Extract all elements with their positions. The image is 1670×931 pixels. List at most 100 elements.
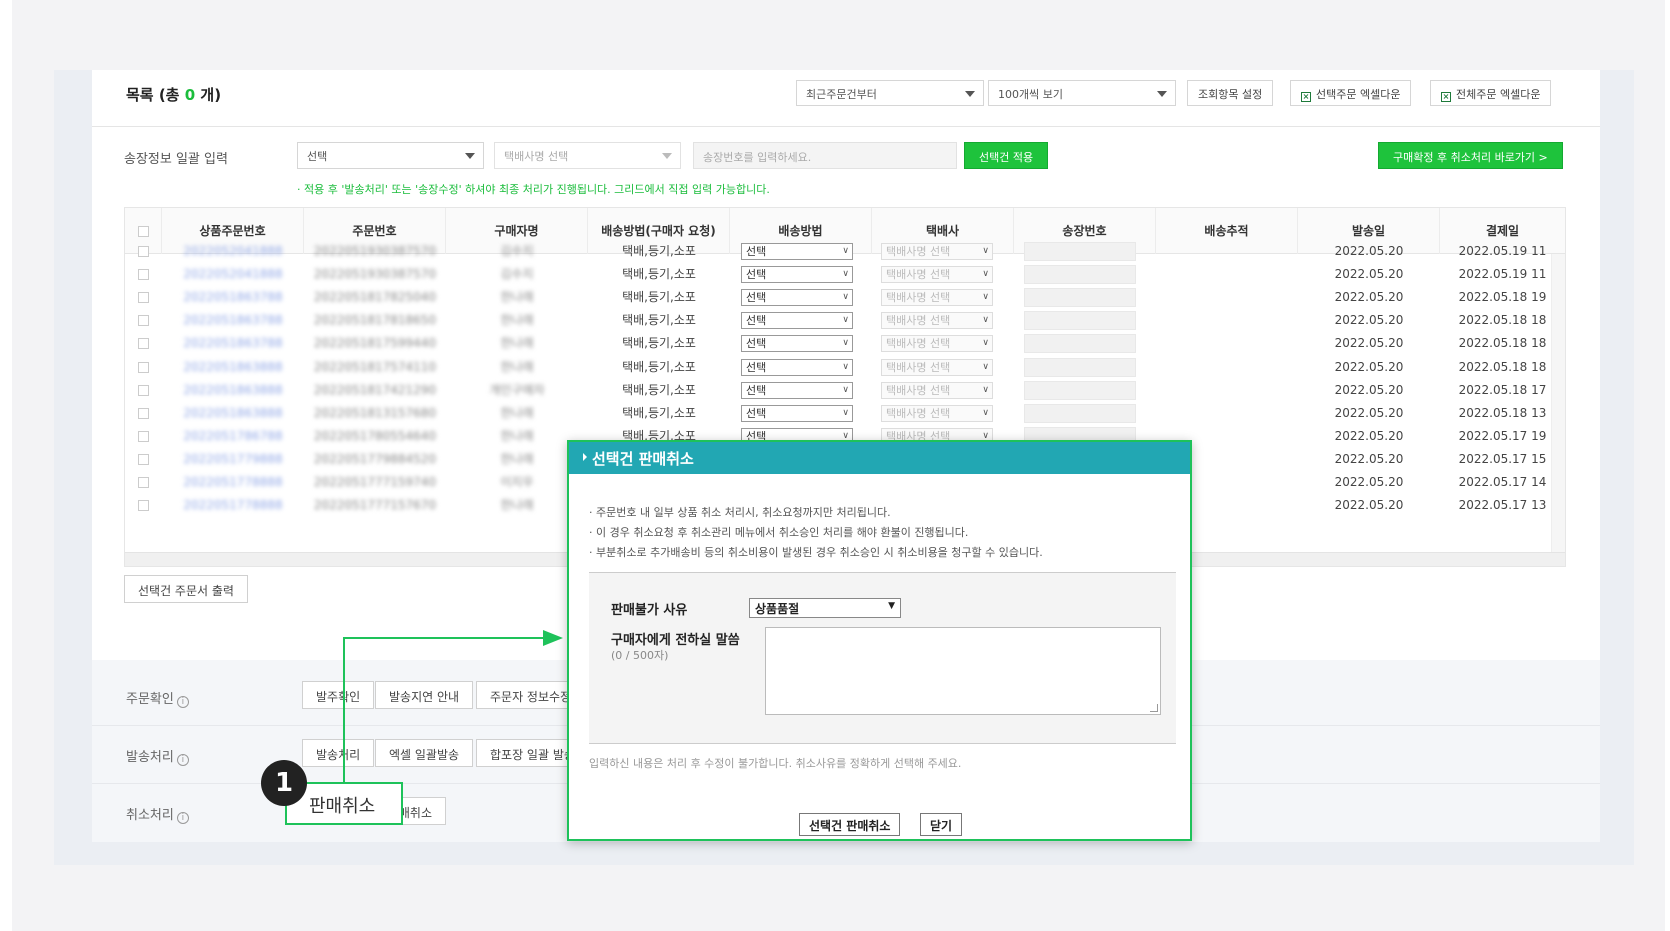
row-checkbox[interactable]: [138, 338, 149, 350]
tracking-number-input[interactable]: 송장번호를 입력하세요.: [693, 142, 957, 169]
grid-cell[interactable]: 2022051863788: [162, 308, 304, 332]
row-delivery-method-select[interactable]: 선택∨: [741, 289, 853, 307]
print-orders-button[interactable]: 선택건 주문서 출력: [124, 575, 248, 603]
row-delivery-method-select[interactable]: 선택∨: [741, 358, 853, 376]
close-dialog-button[interactable]: 닫기: [920, 813, 963, 836]
grid-cell[interactable]: 2022051863888: [162, 355, 304, 379]
excel-selected-button[interactable]: × 선택주문 엑셀다운: [1290, 80, 1412, 106]
row-checkbox[interactable]: [138, 384, 149, 396]
row-select-cell: [125, 401, 162, 425]
grid-cell[interactable]: 2022052041888: [162, 239, 304, 263]
row-delivery-method-select[interactable]: 선택∨: [741, 335, 853, 353]
courier-cell: 택배사명 선택∨: [872, 331, 1014, 355]
table-row[interactable]: 2022051863888 2022051817574110 한나래 택배,등기,소포…: [125, 355, 1565, 379]
row-tracking-input[interactable]: [1024, 288, 1136, 308]
confirm-sale-cancel-button[interactable]: 선택건 판매취소: [799, 813, 901, 836]
row-courier-select[interactable]: 택배사명 선택∨: [881, 289, 993, 307]
grid-cell[interactable]: 2022051863888: [162, 401, 304, 425]
excel-bulk-ship-button[interactable]: 엑셀 일괄발송: [375, 739, 474, 767]
reason-select[interactable]: 상품품절 ▼: [749, 598, 901, 618]
grid-cell[interactable]: 2022051863788: [162, 285, 304, 309]
info-icon[interactable]: i: [176, 812, 189, 824]
row-checkbox[interactable]: [138, 269, 149, 281]
courier-cell: 택배사명 선택∨: [872, 262, 1014, 286]
chevron-down-icon: ∨: [842, 269, 849, 280]
buyer-message-textarea[interactable]: [765, 627, 1161, 715]
table-row[interactable]: 2022051863888 2022051817421290 개인구매자 택배,등기,…: [125, 378, 1565, 402]
row-checkbox[interactable]: [138, 453, 149, 465]
row-courier-select[interactable]: 택배사명 선택∨: [881, 266, 993, 284]
grid-cell: 2022.05.20: [1334, 428, 1404, 443]
grid-cell[interactable]: 2022051778888: [162, 493, 304, 517]
grid-cell[interactable]: 2022051778888: [162, 470, 304, 494]
courier-select[interactable]: 택배사명 선택: [494, 142, 681, 169]
bulk-note: · 적용 후 '발송처리' 또는 '송장수정' 하셔야 최종 처리가 진행됩니다…: [297, 183, 770, 196]
row-checkbox[interactable]: [138, 477, 149, 488]
goto-cancel-after-confirm-button[interactable]: 구매확정 후 취소처리 바로가기 >: [1378, 142, 1563, 169]
row-tracking-input[interactable]: [1024, 265, 1136, 285]
shipping-delay-button[interactable]: 발송지연 안내: [375, 681, 474, 709]
select-all-checkbox[interactable]: [137, 226, 149, 237]
table-row[interactable]: 2022051863788 2022051817599440 한나래 택배,등기,소포…: [125, 331, 1565, 355]
grid-cell[interactable]: 2022051779888: [162, 447, 304, 471]
row-checkbox[interactable]: [138, 407, 149, 419]
divider: [92, 126, 1600, 127]
excel-all-button[interactable]: × 전체주문 엑셀다운: [1430, 80, 1552, 106]
row-tracking-input[interactable]: [1024, 380, 1136, 400]
column-settings-button[interactable]: 조회항목 설정: [1187, 80, 1274, 106]
row-courier-select[interactable]: 택배사명 선택∨: [881, 243, 993, 260]
row-courier-select[interactable]: 택배사명 선택∨: [881, 358, 993, 376]
chevron-down-icon: ∨: [982, 269, 989, 280]
dialog-footer-note: 입력하신 내용은 처리 후 수정이 불가합니다. 취소사유를 정확하게 선택해 …: [589, 757, 962, 770]
info-icon[interactable]: i: [176, 696, 189, 708]
row-delivery-method-select[interactable]: 선택∨: [741, 312, 853, 330]
table-row[interactable]: 2022051863788 2022051817825040 한나래 택배,등기,소포…: [125, 285, 1565, 309]
grid-cell: 2022.05.18 13: [1458, 405, 1547, 420]
row-tracking-input[interactable]: [1024, 403, 1136, 423]
row-tracking-input[interactable]: [1024, 311, 1136, 331]
page-size-select[interactable]: 100개씩 보기: [988, 80, 1176, 106]
confirm-order-button[interactable]: 발주확인: [302, 681, 375, 709]
courier-cell: 택배사명 선택∨: [872, 285, 1014, 309]
row-courier-select[interactable]: 택배사명 선택∨: [881, 312, 993, 330]
grid-cell[interactable]: 2022051863888: [162, 378, 304, 402]
row-checkbox[interactable]: [138, 430, 149, 442]
row-delivery-method-select[interactable]: 선택∨: [741, 266, 853, 284]
grid-cell[interactable]: 2022051863788: [162, 331, 304, 355]
table-row[interactable]: 2022052041888 2022051930387570 김수지 택배,등기,소포…: [125, 262, 1565, 286]
row-tracking-input[interactable]: [1024, 334, 1136, 354]
sort-select[interactable]: 최근주문건부터: [796, 80, 984, 106]
step-number-badge: 1: [261, 760, 307, 806]
table-row[interactable]: 2022051863788 2022051817818650 한나래 택배,등기,소포…: [125, 308, 1565, 332]
resize-grip-icon[interactable]: [1150, 704, 1158, 712]
delivery-method-select[interactable]: 선택: [297, 142, 484, 169]
table-row[interactable]: 2022051863888 2022051813157680 한나래 택배,등기,소포…: [125, 401, 1565, 425]
ship-button[interactable]: 발송처리: [302, 739, 375, 767]
row-checkbox[interactable]: [138, 315, 149, 327]
row-select-cell: [125, 308, 162, 332]
row-delivery-method-select[interactable]: 선택∨: [741, 381, 853, 399]
row-courier-select[interactable]: 택배사명 선택∨: [881, 404, 993, 422]
info-icon[interactable]: i: [176, 754, 189, 766]
apply-selected-button[interactable]: 선택건 적용: [964, 142, 1049, 169]
courier-cell: 택배사명 선택∨: [872, 401, 1014, 425]
row-checkbox[interactable]: [138, 292, 149, 304]
grid-cell[interactable]: 2022051786788: [162, 424, 304, 448]
grid-vertical-scrollbar[interactable]: [1551, 254, 1565, 554]
row-delivery-method-select[interactable]: 선택∨: [741, 404, 853, 422]
grid-cell[interactable]: 2022052041888: [162, 262, 304, 286]
row-checkbox[interactable]: [138, 500, 149, 512]
row-checkbox[interactable]: [138, 246, 149, 257]
row-delivery-method-select[interactable]: 선택∨: [741, 243, 853, 260]
table-row[interactable]: 2022052041888 2022051930387570 김수지 택배,등기,소포…: [125, 239, 1565, 263]
row-courier-select[interactable]: 택배사명 선택∨: [881, 381, 993, 399]
row-tracking-input[interactable]: [1024, 242, 1136, 261]
tracking-number-cell: [1014, 285, 1156, 309]
chevron-down-icon: ∨: [842, 361, 849, 372]
chevron-down-icon: [662, 153, 672, 159]
excel-icon: ×: [1441, 92, 1451, 102]
row-checkbox[interactable]: [138, 361, 149, 373]
shipping-section-label: 발송처리 i: [126, 746, 189, 766]
row-tracking-input[interactable]: [1024, 357, 1136, 377]
row-courier-select[interactable]: 택배사명 선택∨: [881, 335, 993, 353]
